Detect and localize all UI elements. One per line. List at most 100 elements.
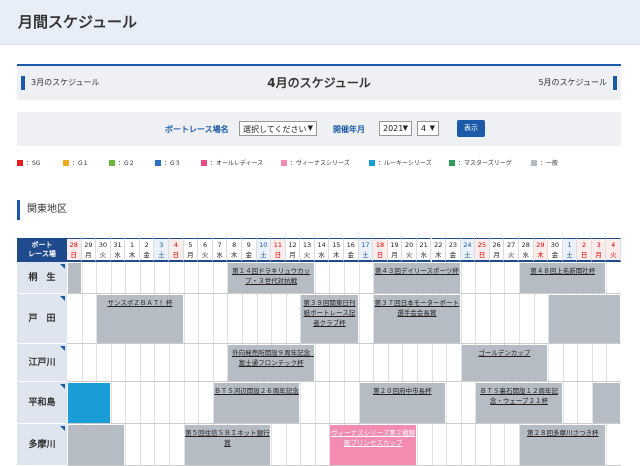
day-weekday: 火 xyxy=(99,251,107,259)
race-title-link[interactable]: 外向発売所開設９周年記念 富士通フロンテック杯 xyxy=(228,345,314,368)
day-header: 26 月 xyxy=(489,238,505,262)
race-block[interactable] xyxy=(549,295,621,343)
grid-line xyxy=(358,262,360,293)
race-block[interactable]: 第２８回多摩川さつき杯 xyxy=(519,425,606,465)
day-number: 27 xyxy=(507,241,516,249)
grid-line xyxy=(475,262,477,293)
race-title-link[interactable]: 第２８回多摩川さつき杯 xyxy=(520,425,605,438)
race-block[interactable]: ヴィーナスシリーズ第２戦競艇プリンセスカップ xyxy=(330,425,416,465)
day-number: 5 xyxy=(188,241,193,249)
month-select[interactable]: 4 ▼ xyxy=(417,121,439,136)
venue-select[interactable]: 選択してください ▼ xyxy=(239,121,317,136)
race-title-link[interactable]: 第２０回府中市長杯 xyxy=(360,383,445,396)
venue-name[interactable]: 平和島 xyxy=(17,382,67,424)
period-label: 開催年月 xyxy=(333,125,365,134)
day-header: 31 水 xyxy=(110,238,126,262)
race-title-link[interactable]: ＢＴＳ河辺開設２６周年記念 xyxy=(214,383,299,396)
day-number: 31 xyxy=(113,241,122,249)
race-title-link[interactable]: ゴールデンカップ xyxy=(462,345,547,358)
race-block[interactable]: 第３７回日本モーターボート選手会会長賞 xyxy=(374,295,460,343)
day-number: 14 xyxy=(317,241,326,249)
race-title-link[interactable]: 第３９回関東日刊紙ボートレース記者クラブ杯 xyxy=(301,295,357,328)
race-block[interactable]: 第４８回上毛新聞社杯 xyxy=(519,263,606,293)
race-title-link[interactable]: 第４８回上毛新聞社杯 xyxy=(520,263,605,276)
day-weekday: 月 xyxy=(391,251,398,259)
legend-label: ：ヴィーナスシリーズ xyxy=(290,160,350,167)
show-button[interactable]: 表示 xyxy=(457,120,485,137)
day-weekday: 日 xyxy=(478,251,486,259)
legend-swatch xyxy=(155,160,161,166)
race-title-link[interactable]: ＢＴＳ裏石開設１２周年記念・ウェーブ２１杯 xyxy=(476,383,561,406)
race-block[interactable]: ＢＴＳ裏石開設１２周年記念・ウェーブ２１杯 xyxy=(476,383,562,423)
day-number: 26 xyxy=(492,241,501,249)
grid-line xyxy=(475,424,477,465)
grid-line xyxy=(314,382,316,423)
grid-line xyxy=(606,344,608,381)
race-block[interactable] xyxy=(592,383,621,423)
day-number: 3 xyxy=(159,241,164,249)
day-weekday: 水 xyxy=(522,251,530,259)
day-number: 11 xyxy=(273,241,283,249)
race-title-link[interactable]: 第１４回ドラキリュウカップ・３世代対抗戦 xyxy=(228,263,313,286)
grid-line xyxy=(416,344,418,381)
day-header: 13 火 xyxy=(300,238,315,262)
race-block[interactable] xyxy=(68,383,110,423)
race-title-link[interactable]: 第４３回デイリースポーツ杯 xyxy=(374,263,459,276)
chevron-down-icon: ▼ xyxy=(429,124,435,132)
venue-name[interactable]: 桐 生 xyxy=(17,262,67,294)
corner-marker-icon xyxy=(60,346,65,351)
grid-line xyxy=(446,424,448,465)
grid-line xyxy=(344,262,346,293)
race-title-link[interactable]: 第５回住信ＳＢＩネット銀行賞 xyxy=(185,425,270,448)
grid-line xyxy=(110,344,112,381)
year-select[interactable]: 2021 ▼ xyxy=(379,121,412,136)
venue-name-label: 平和島 xyxy=(28,398,56,408)
venue-name[interactable]: 多摩川 xyxy=(17,424,67,466)
day-number: 3 xyxy=(596,241,601,249)
legend-item: ：マスターズリーグ xyxy=(449,158,512,167)
grid-line xyxy=(154,424,156,465)
race-block[interactable]: ＢＴＳ河辺開設２６周年記念 xyxy=(213,383,300,423)
next-month-link[interactable]: 5月のスケジュール xyxy=(538,77,607,88)
legend-label: ：SG xyxy=(26,160,41,167)
race-block[interactable]: 外向発売所開設９周年記念 富士通フロンテック杯 xyxy=(228,345,314,381)
year-select-value: 2021 xyxy=(383,124,404,133)
grid-line xyxy=(81,294,83,343)
race-block[interactable]: 第１４回ドラキリュウカップ・３世代対抗戦 xyxy=(228,263,314,293)
race-block[interactable]: 第４３回デイリースポーツ杯 xyxy=(374,263,460,293)
grid-line xyxy=(489,294,491,343)
grid-line xyxy=(96,344,98,381)
race-block[interactable]: 第５回住信ＳＢＩネット銀行賞 xyxy=(184,425,271,465)
grid-line xyxy=(256,294,258,343)
day-weekday: 月 xyxy=(493,251,500,259)
race-title-link[interactable]: サンスポＺＢＡＴ！杯 xyxy=(97,295,182,308)
race-block[interactable]: ゴールデンカップ xyxy=(461,345,548,381)
venue-name[interactable]: 戸 田 xyxy=(17,294,67,344)
race-title-link[interactable]: ヴィーナスシリーズ第２戦競艇プリンセスカップ xyxy=(330,425,415,448)
race-title-link[interactable]: 第３７回日本モーターボート選手会会長賞 xyxy=(374,295,460,318)
legend-swatch xyxy=(109,160,115,166)
day-weekday: 金 xyxy=(347,251,355,259)
race-block[interactable]: 第３９回関東日刊紙ボートレース記者クラブ杯 xyxy=(301,295,358,343)
race-block[interactable]: サンスポＺＢＡＴ！杯 xyxy=(97,295,183,343)
day-weekday: 金 xyxy=(143,251,150,259)
next-arrow-icon[interactable] xyxy=(613,76,617,90)
day-header: 10 土 xyxy=(256,238,272,262)
day-weekday: 木 xyxy=(230,251,238,259)
venue-name[interactable]: 江戸川 xyxy=(17,344,67,382)
day-weekday: 金 xyxy=(245,251,252,259)
day-header: 4火 xyxy=(606,238,622,262)
venue-column-header: ボート レース場 xyxy=(17,238,67,262)
legend-label: ：マスターズリーグ xyxy=(458,160,512,167)
corner-marker-icon xyxy=(60,264,65,269)
page-header: 月間スケジュール xyxy=(0,0,640,45)
day-header: 16 金 xyxy=(344,238,359,262)
legend-item: ：G１ xyxy=(63,158,89,167)
race-block[interactable]: 第２０回府中市長杯 xyxy=(359,383,446,423)
grid-line xyxy=(446,382,448,423)
day-header: 17 土 xyxy=(358,238,374,262)
race-block[interactable] xyxy=(68,425,125,465)
grid-line xyxy=(329,382,331,423)
race-block[interactable] xyxy=(68,263,81,293)
corner-marker-icon xyxy=(60,296,65,301)
